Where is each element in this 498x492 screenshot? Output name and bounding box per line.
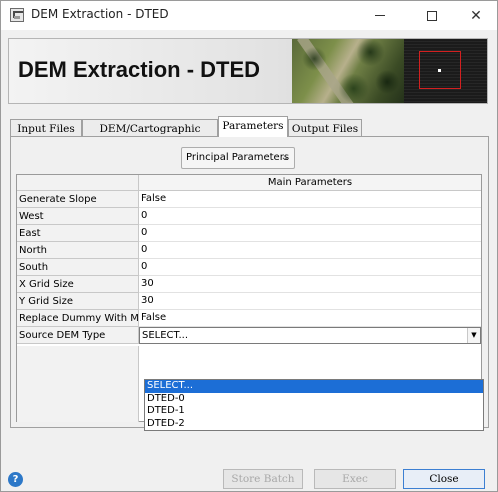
- close-icon: ✕: [470, 7, 482, 24]
- minimize-button[interactable]: [357, 1, 403, 30]
- dem-extraction-window: DEM Extraction - DTED ✕ DEM Extraction -…: [0, 0, 498, 492]
- row-value-east[interactable]: 0: [139, 225, 481, 242]
- aerial-photo-image: [292, 39, 404, 103]
- minimize-icon: [375, 15, 385, 16]
- radar-image: [404, 39, 487, 103]
- radar-target-dot: [438, 69, 441, 72]
- table-row: West 0: [17, 208, 481, 225]
- table-row: South 0: [17, 259, 481, 276]
- maximize-icon: [427, 10, 437, 21]
- row-value-replace-dummy-with-min[interactable]: False: [139, 310, 481, 327]
- table-row: Generate Slope False: [17, 191, 481, 208]
- table-empty-label-area: [17, 346, 139, 422]
- row-label-south: South: [17, 259, 139, 276]
- dropdown-arrow-icon[interactable]: ▼: [467, 328, 480, 343]
- close-button[interactable]: Close: [403, 469, 485, 489]
- row-label-east: East: [17, 225, 139, 242]
- banner-title: DEM Extraction - DTED: [18, 57, 261, 82]
- dem-type-dropdown-list: SELECT... DTED-0 DTED-1 DTED-2: [144, 379, 484, 431]
- row-value-west[interactable]: 0: [139, 208, 481, 225]
- table-row: East 0: [17, 225, 481, 242]
- row-value-y-grid-size[interactable]: 30: [139, 293, 481, 310]
- row-label-north: North: [17, 242, 139, 259]
- window-title: DEM Extraction - DTED: [31, 7, 169, 21]
- dropdown-option-dted-1[interactable]: DTED-1: [145, 405, 483, 418]
- tab-output-files[interactable]: Output Files: [288, 119, 362, 137]
- tab-dem-cartographic-system[interactable]: DEM/Cartographic System: [82, 119, 218, 151]
- parameter-section-dropdown[interactable]: Principal Parameters ⌄: [181, 147, 295, 169]
- row-value-north[interactable]: 0: [139, 242, 481, 259]
- parameter-section-label: Principal Parameters: [186, 152, 290, 163]
- row-value-generate-slope[interactable]: False: [139, 191, 481, 208]
- tab-input-files[interactable]: Input Files: [10, 119, 82, 137]
- row-label-replace-dummy-with-min: Replace Dummy With Min: [17, 310, 139, 327]
- parameters-panel: Principal Parameters ⌄ Main Parameters G…: [10, 136, 489, 431]
- table-row: North 0: [17, 242, 481, 259]
- row-value-x-grid-size[interactable]: 30: [139, 276, 481, 293]
- table-row: Source DEM Type SELECT... ▼: [17, 327, 481, 344]
- row-label-x-grid-size: X Grid Size: [17, 276, 139, 293]
- dropdown-option-dted-0[interactable]: DTED-0: [145, 393, 483, 406]
- exec-button[interactable]: Exec: [314, 469, 396, 489]
- store-batch-button[interactable]: Store Batch: [223, 469, 303, 489]
- dropdown-option-dted-2[interactable]: DTED-2: [145, 418, 483, 431]
- dropdown-option-select[interactable]: SELECT...: [145, 380, 483, 393]
- close-window-button[interactable]: ✕: [453, 1, 498, 30]
- table-row: Y Grid Size 30: [17, 293, 481, 310]
- title-bar: DEM Extraction - DTED ✕: [1, 1, 497, 30]
- table-header-corner: [17, 175, 139, 191]
- app-icon: [10, 8, 24, 22]
- row-label-source-dem-type: Source DEM Type: [17, 327, 139, 344]
- table-row: Replace Dummy With Min False: [17, 310, 481, 327]
- help-icon[interactable]: ?: [8, 472, 23, 487]
- row-label-generate-slope: Generate Slope: [17, 191, 139, 208]
- row-label-west: West: [17, 208, 139, 225]
- source-dem-type-value: SELECT...: [142, 330, 188, 341]
- maximize-button[interactable]: [409, 1, 455, 30]
- header-banner: DEM Extraction - DTED: [8, 38, 488, 104]
- tab-parameters[interactable]: Parameters: [218, 116, 288, 137]
- table-header-main-parameters: Main Parameters: [139, 175, 481, 191]
- table-row: X Grid Size 30: [17, 276, 481, 293]
- row-label-y-grid-size: Y Grid Size: [17, 293, 139, 310]
- source-dem-type-combobox[interactable]: SELECT... ▼: [139, 327, 481, 344]
- chevron-down-icon: ⌄: [280, 152, 289, 163]
- row-value-south[interactable]: 0: [139, 259, 481, 276]
- parameters-table: Main Parameters Generate Slope False Wes…: [16, 174, 484, 431]
